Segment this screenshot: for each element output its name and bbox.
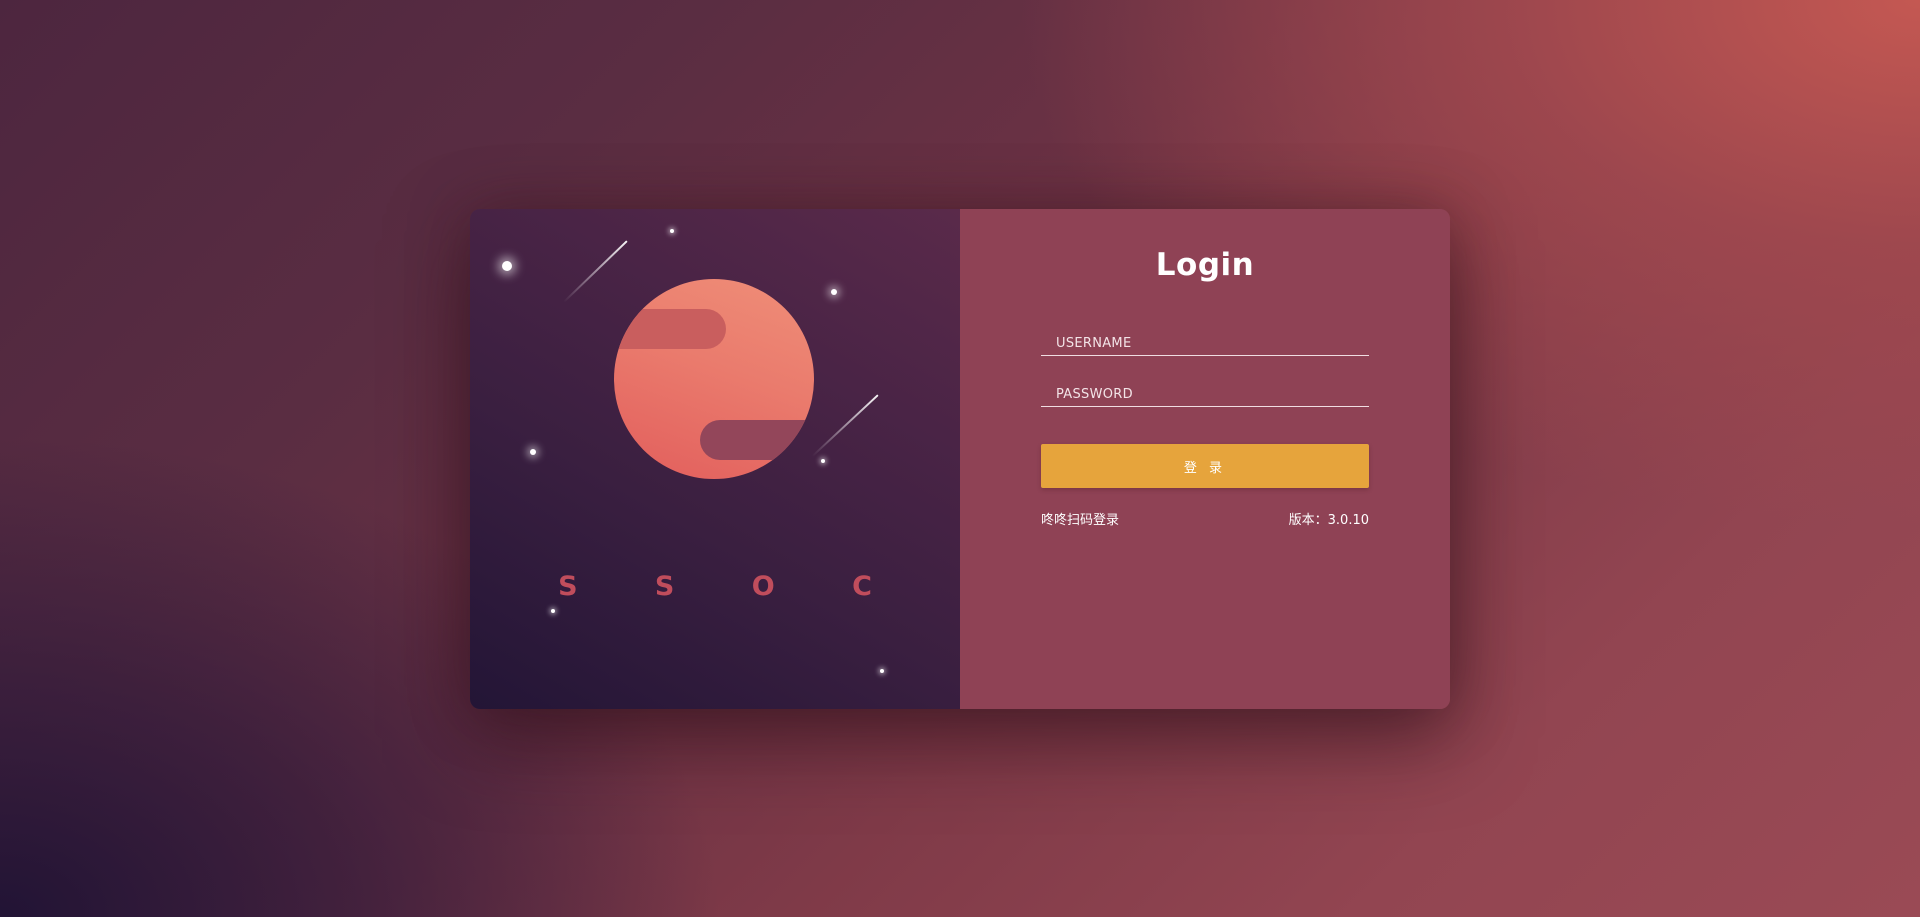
planet-band xyxy=(614,309,726,349)
star-icon xyxy=(530,449,536,455)
brand-panel: S S O C xyxy=(470,209,960,709)
login-button[interactable]: 登 录 xyxy=(1041,444,1369,488)
version-text: 版本：3.0.10 xyxy=(1288,513,1369,528)
star-icon xyxy=(821,459,825,463)
star-icon xyxy=(880,669,884,673)
star-icon xyxy=(831,289,837,295)
meteor-icon xyxy=(563,240,628,303)
login-title: Login xyxy=(1155,247,1255,283)
meteor-icon xyxy=(811,394,879,458)
star-icon xyxy=(670,229,674,233)
password-input[interactable] xyxy=(1041,382,1369,406)
planet-logo-icon xyxy=(614,279,814,479)
brand-name: S S O C xyxy=(558,571,906,602)
username-field xyxy=(1041,331,1369,356)
username-input[interactable] xyxy=(1041,331,1369,355)
password-field xyxy=(1041,382,1369,407)
login-footer: 咚咚扫码登录 版本：3.0.10 xyxy=(1041,509,1369,528)
star-icon xyxy=(551,609,555,613)
star-icon xyxy=(502,261,512,271)
qr-login-link[interactable]: 咚咚扫码登录 xyxy=(1041,509,1119,528)
planet-band xyxy=(700,420,814,460)
